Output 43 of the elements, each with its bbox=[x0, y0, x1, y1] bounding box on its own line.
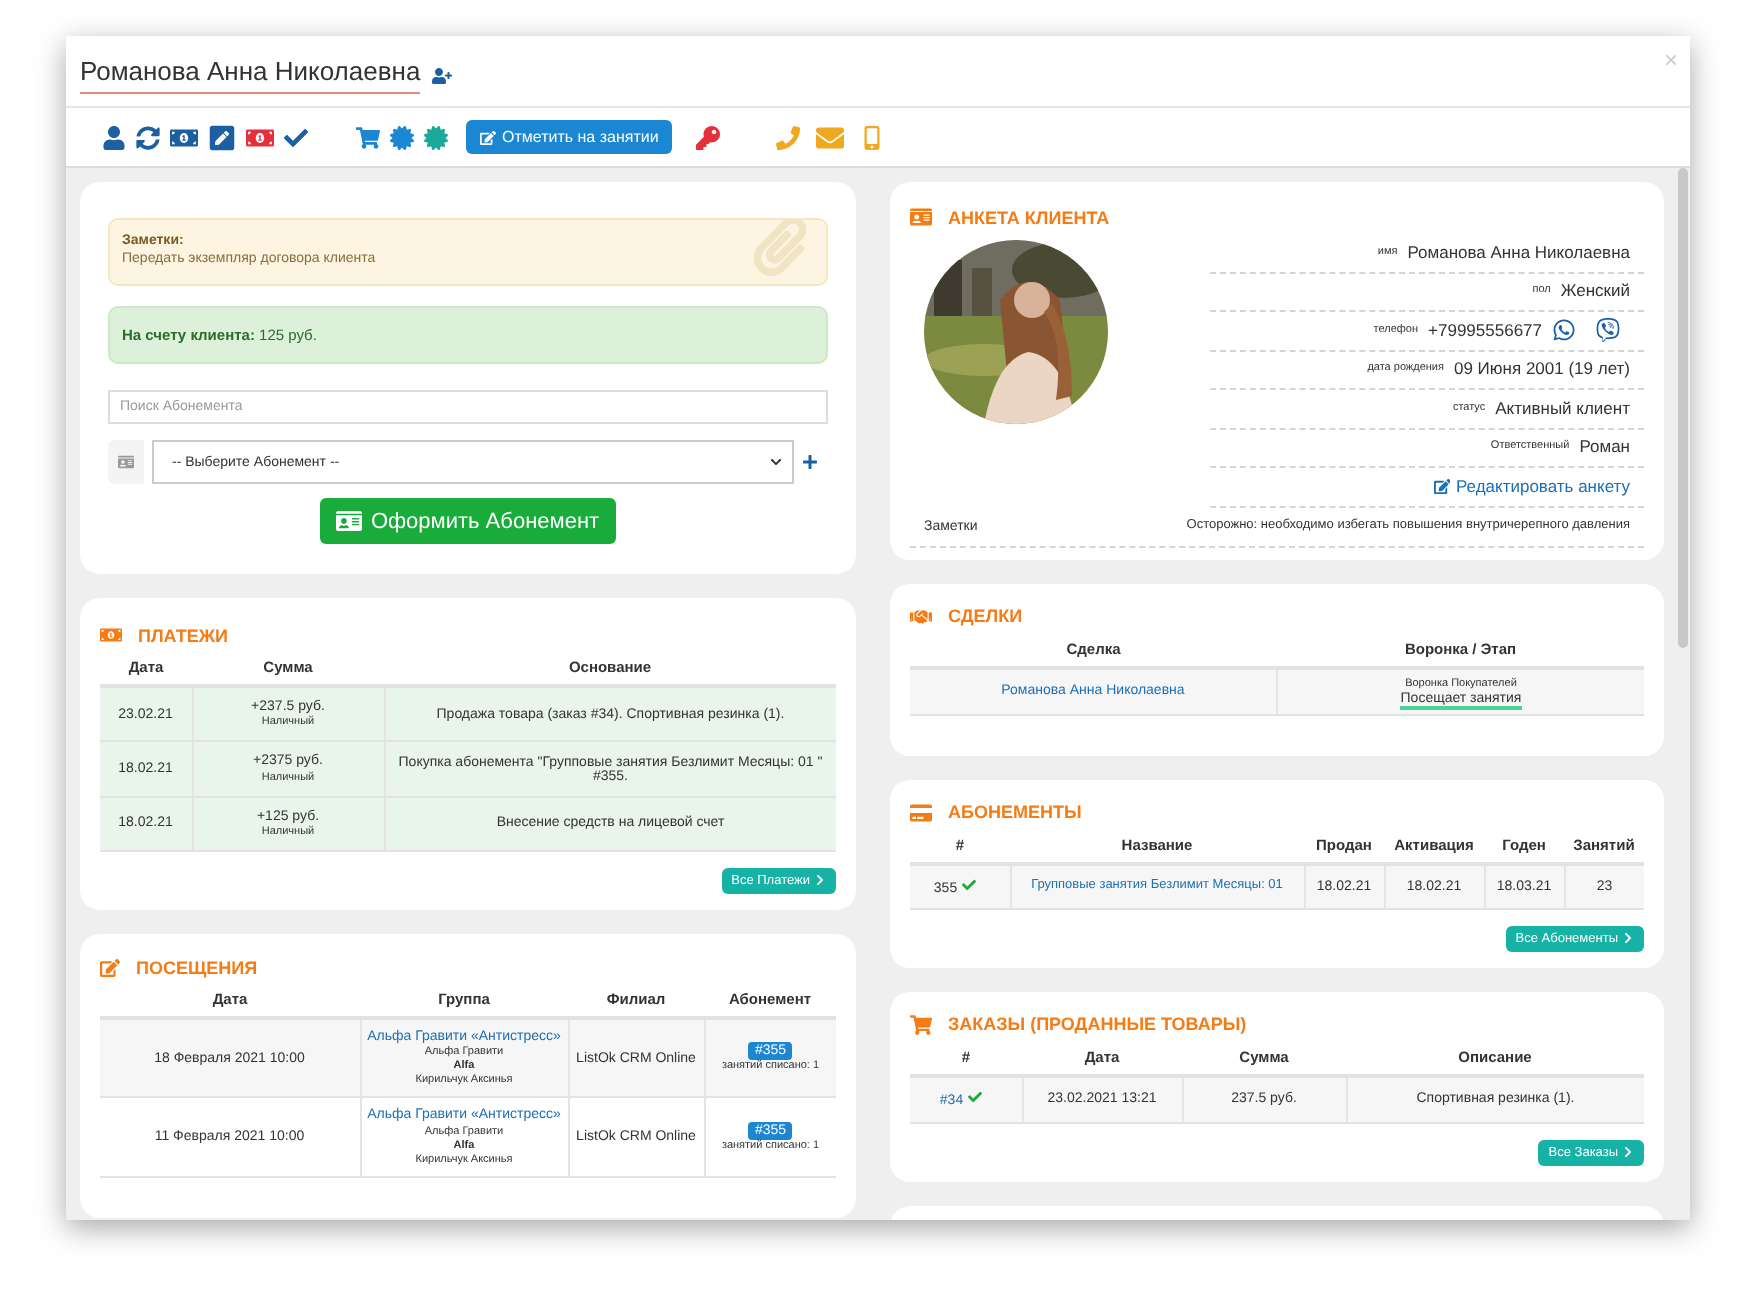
mark-attendance-button[interactable]: Отметить на занятии bbox=[466, 120, 673, 154]
id-card-icon bbox=[910, 206, 932, 228]
card-icon bbox=[910, 801, 932, 824]
field-value: Активный клиент bbox=[1495, 397, 1630, 420]
key-icon[interactable] bbox=[696, 125, 721, 149]
section-title: ПЛАТЕЖИ bbox=[138, 625, 228, 646]
issue-subscription-button[interactable]: Оформить Абонемент bbox=[320, 498, 616, 545]
edit-icon bbox=[1433, 477, 1450, 495]
section-title: ПОСЕЩЕНИЯ bbox=[136, 957, 258, 978]
chevron-icon bbox=[1622, 1146, 1634, 1159]
add-icon[interactable] bbox=[802, 454, 818, 471]
id-card-icon bbox=[108, 440, 144, 485]
caret-icon bbox=[770, 456, 782, 469]
chevron-icon bbox=[1622, 932, 1634, 945]
field-value: Романова Анна Николаевна bbox=[1407, 241, 1630, 264]
handshake-icon bbox=[910, 605, 932, 627]
edit-icon bbox=[480, 129, 496, 145]
edit-icon bbox=[100, 957, 120, 978]
scrollbar[interactable] bbox=[1678, 168, 1688, 648]
section-title: СДЕЛКИ bbox=[948, 606, 1023, 626]
refresh-icon[interactable] bbox=[136, 125, 160, 149]
section-title: АБОНЕМЕНТЫ bbox=[948, 802, 1082, 823]
field-value: 09 Июня 2001 (19 лет) bbox=[1453, 358, 1630, 381]
user-icon[interactable] bbox=[102, 125, 126, 149]
section-title: АНКЕТА КЛИЕНТА bbox=[948, 207, 1110, 227]
cart-icon[interactable] bbox=[356, 125, 380, 149]
check-icon[interactable] bbox=[284, 125, 308, 149]
section-title: ЗАКАЗЫ (ПРОДАННЫЕ ТОВАРЫ) bbox=[948, 1014, 1247, 1035]
money-icon bbox=[100, 624, 122, 647]
id-card-icon bbox=[336, 508, 363, 535]
viber-icon[interactable] bbox=[1596, 318, 1620, 343]
badge-icon[interactable] bbox=[424, 125, 448, 149]
field-value: +79995556677 bbox=[1428, 319, 1542, 342]
field-value: Женский bbox=[1560, 280, 1630, 303]
window-title: Романова Анна Николаевна bbox=[80, 56, 421, 94]
whatsapp-icon[interactable] bbox=[1552, 318, 1576, 343]
add-user-icon[interactable] bbox=[432, 65, 453, 85]
edit-profile-link[interactable]: Редактировать анкету bbox=[1433, 475, 1630, 498]
field-value: Роман bbox=[1579, 436, 1630, 459]
chevron-icon bbox=[814, 874, 826, 887]
cart-icon bbox=[910, 1013, 932, 1036]
edit-icon[interactable] bbox=[208, 123, 236, 151]
badge-icon[interactable] bbox=[390, 125, 414, 149]
